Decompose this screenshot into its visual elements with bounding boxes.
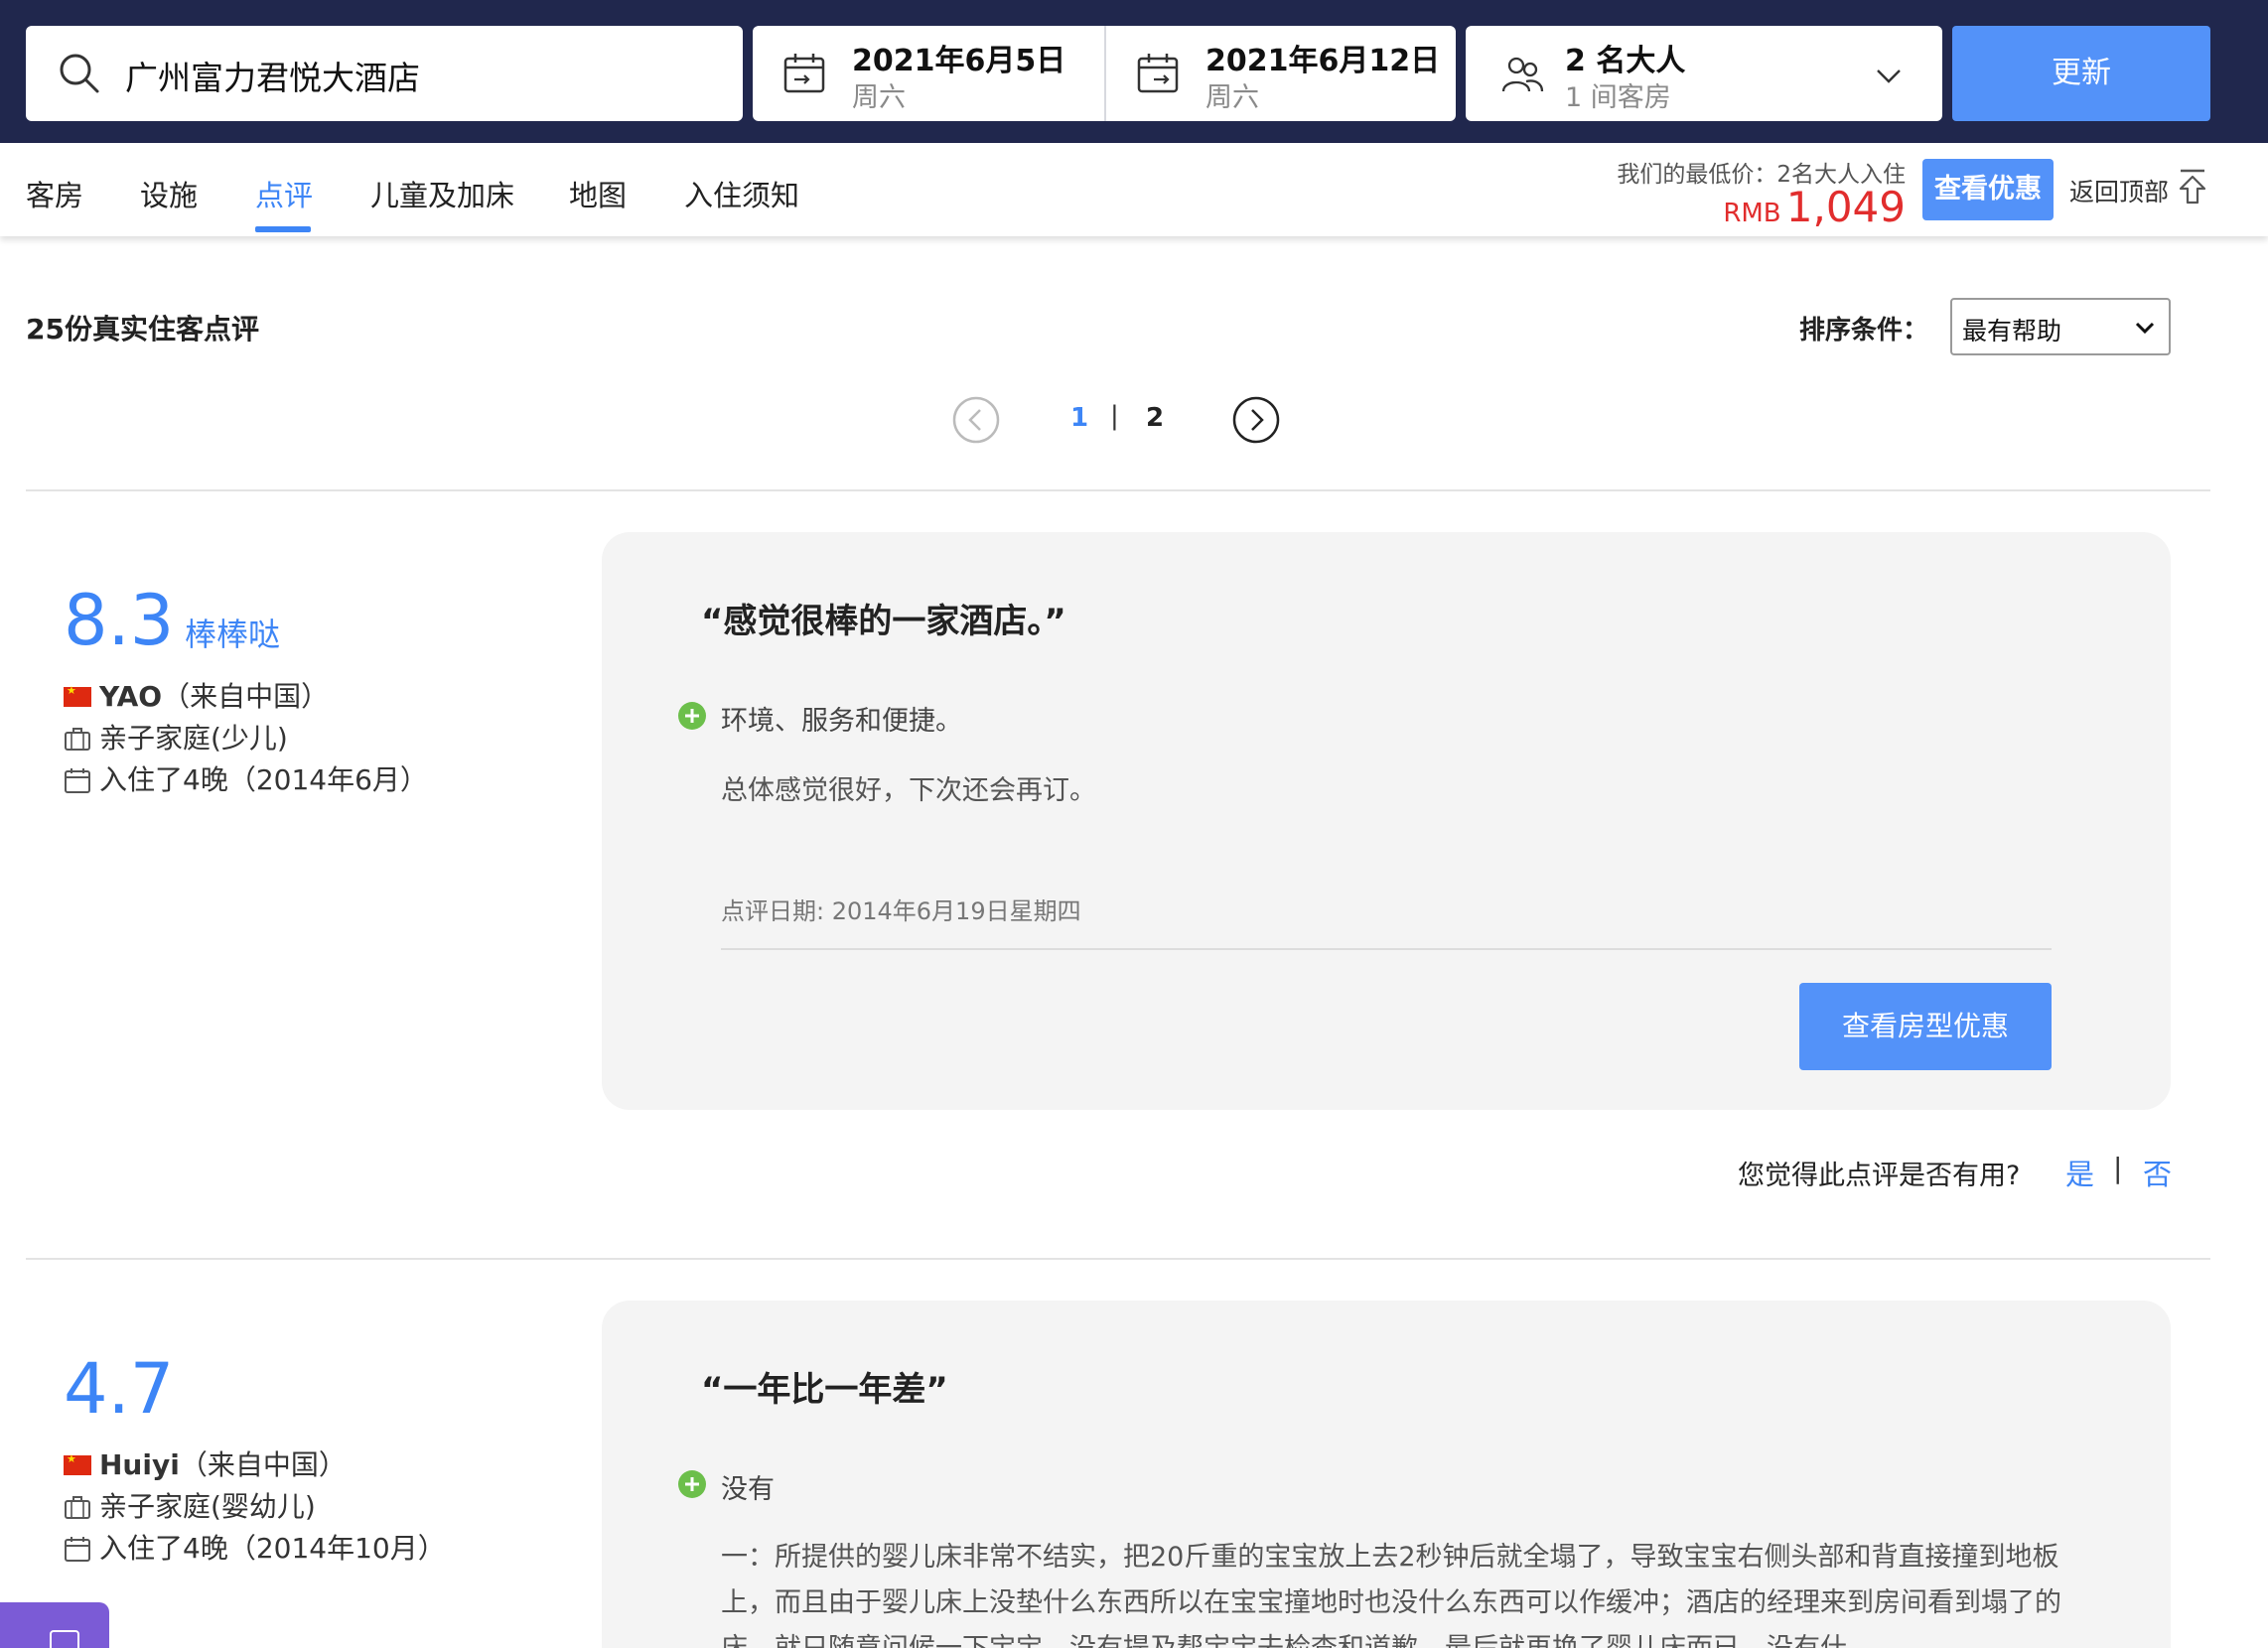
reviewer-origin: （来自中国） <box>179 1448 347 1481</box>
checkout-day-text: 周六 <box>1205 82 1259 113</box>
helpful-no-link[interactable]: 否 <box>2143 1152 2172 1193</box>
china-flag-icon <box>64 684 91 707</box>
plus-circle-icon <box>678 702 706 730</box>
hotel-search-input[interactable]: 广州富力君悦大酒店 <box>26 26 743 121</box>
traveler-type-text: 亲子家庭(婴幼儿) <box>99 1490 316 1523</box>
stay-info-text: 入住了4晚（2014年6月） <box>99 763 428 796</box>
price-amount: 1,049 <box>1785 183 1906 231</box>
review-body: 总体感觉很好，下次还会再订。 <box>721 775 1096 806</box>
reviewer-name: YAO <box>99 680 163 713</box>
sort-select-value: 最有帮助 <box>1962 317 2062 345</box>
calendar-icon <box>65 1537 90 1562</box>
price-currency: RMB <box>1723 199 1781 228</box>
chevron-down-icon <box>2135 322 2155 335</box>
calendar-checkout-icon <box>1137 54 1179 93</box>
view-room-deals-button[interactable]: 查看房型优惠 <box>1799 983 2052 1070</box>
tab-policies[interactable]: 入住须知 <box>684 173 799 214</box>
checkin-date[interactable]: 2021年6月5日 周六 <box>753 26 1104 121</box>
guests-text: 2 名大人 <box>1565 44 1686 78</box>
divider <box>26 1258 2210 1260</box>
calendar-icon <box>65 768 90 793</box>
tab-rooms[interactable]: 客房 <box>26 173 83 214</box>
review-score-word: 棒棒哒 <box>185 616 281 653</box>
review-body: 一：所提供的婴儿床非常不结实，把20斤重的宝宝放上去2秒钟后就全塌了，导致宝宝右… <box>721 1542 2061 1648</box>
date-picker[interactable]: 2021年6月5日 周六 2021年6月12日 周六 <box>753 26 1456 121</box>
next-page-button[interactable] <box>1231 395 1281 445</box>
active-tab-indicator <box>255 226 311 232</box>
guests-icon <box>1501 57 1544 92</box>
hotel-search-value: 广州富力君悦大酒店 <box>125 59 420 97</box>
rooms-text: 1 间客房 <box>1565 82 1671 113</box>
update-button[interactable]: 更新 <box>1952 26 2210 121</box>
checkin-date-text: 2021年6月5日 <box>852 44 1066 78</box>
helpful-separator: | <box>2113 1152 2123 1184</box>
stay-info: 入住了4晚（2014年10月） <box>64 1527 446 1567</box>
previous-page-button[interactable] <box>951 395 1001 445</box>
reviewer-info: YAO（来自中国） <box>64 675 329 715</box>
search-icon <box>60 54 99 93</box>
chat-button[interactable] <box>0 1602 109 1648</box>
traveler-type: 亲子家庭(婴幼儿) <box>64 1485 316 1525</box>
reviewer-info: Huiyi（来自中国） <box>64 1443 347 1483</box>
plus-circle-icon <box>678 1470 706 1498</box>
traveler-type-text: 亲子家庭(少儿) <box>99 722 288 755</box>
chat-icon <box>50 1630 79 1648</box>
guest-selector[interactable]: 2 名大人 1 间客房 <box>1466 26 1942 121</box>
lowest-price: RMB 1,049 <box>1723 183 1906 231</box>
section-tab-bar: 客房 设施 点评 儿童及加床 地图 入住须知 我们的最低价：2名大人入住 RMB… <box>0 143 2268 236</box>
checkout-date-text: 2021年6月12日 <box>1205 44 1441 78</box>
traveler-type: 亲子家庭(少儿) <box>64 717 288 756</box>
page-2-link[interactable]: 2 <box>1146 403 1164 433</box>
tab-reviews[interactable]: 点评 <box>255 173 313 214</box>
review-date: 点评日期: 2014年6月19日星期四 <box>721 897 1081 925</box>
view-deals-button[interactable]: 查看优惠 <box>1922 159 2054 220</box>
briefcase-icon <box>65 728 90 751</box>
review-score: 4.7 <box>64 1348 175 1430</box>
checkin-day-text: 周六 <box>852 82 906 113</box>
tab-facilities[interactable]: 设施 <box>140 173 198 214</box>
stay-info-text: 入住了4晚（2014年10月） <box>99 1532 446 1565</box>
checkout-date[interactable]: 2021年6月12日 周六 <box>1104 26 1456 121</box>
review-positive: 没有 <box>721 1474 775 1505</box>
calendar-checkin-icon <box>783 54 825 93</box>
review-card: “一年比一年差” 没有 一：所提供的婴儿床非常不结实，把20斤重的宝宝放上去2秒… <box>602 1301 2171 1648</box>
helpful-yes-link[interactable]: 是 <box>2065 1152 2094 1193</box>
page-separator: | <box>1110 401 1119 431</box>
china-flag-icon <box>64 1452 91 1475</box>
review-positive: 环境、服务和便捷。 <box>721 706 962 737</box>
review-count: 25份真实住客点评 <box>26 313 259 345</box>
chevron-down-icon <box>1877 69 1901 83</box>
review-title: “一年比一年差” <box>701 1370 948 1410</box>
back-to-top-link[interactable]: 返回顶部 <box>2069 173 2169 208</box>
tab-map[interactable]: 地图 <box>569 173 627 214</box>
search-bar: 广州富力君悦大酒店 2021年6月5日 周六 2021年6月12日 周六 2 名… <box>0 0 2268 143</box>
helpful-question: 您觉得此点评是否有用? <box>1738 1161 2021 1191</box>
briefcase-icon <box>65 1496 90 1519</box>
review-card: “感觉很棒的一家酒店。” 环境、服务和便捷。 总体感觉很好，下次还会再订。 点评… <box>602 532 2171 1110</box>
sort-select[interactable]: 最有帮助 <box>1950 298 2171 355</box>
divider <box>26 489 2210 491</box>
reviewer-origin: （来自中国） <box>162 680 330 713</box>
reviewer-name: Huiyi <box>99 1448 180 1481</box>
page-1-link[interactable]: 1 <box>1070 403 1088 433</box>
stay-info: 入住了4晚（2014年6月） <box>64 758 428 798</box>
tab-children-extra-beds[interactable]: 儿童及加床 <box>370 173 514 214</box>
arrow-up-icon[interactable] <box>2175 167 2210 206</box>
review-score: 8.3 <box>64 580 175 661</box>
review-title: “感觉很棒的一家酒店。” <box>701 602 1066 641</box>
divider <box>721 948 2052 950</box>
sort-label: 排序条件： <box>1799 316 1929 345</box>
